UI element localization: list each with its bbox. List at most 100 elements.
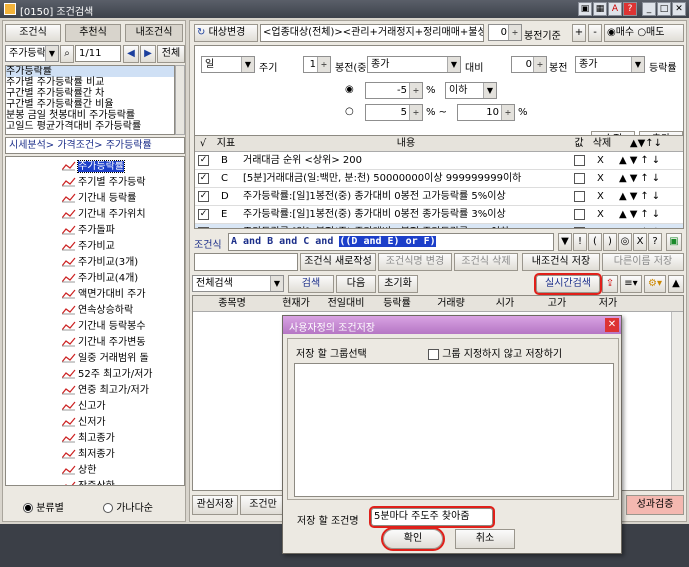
table-row[interactable]: ✓ F 주가등락률:[일]1봉전(중) 종가대비 0봉전 종가등락률 -5%이하 X ▲… [195, 224, 683, 228]
search-scope-select[interactable]: 전체검색 ▼ [192, 275, 284, 292]
tree-item[interactable]: 일중 거래범위 돌 [61, 351, 149, 367]
tree-item[interactable]: 기간내 등락률 [61, 191, 136, 207]
delete-condition-button[interactable]: 조건식 삭제 [454, 253, 518, 271]
performance-button[interactable]: 성과검증 [626, 495, 684, 515]
collapse-icon[interactable]: ▲ [668, 275, 684, 293]
results-col-header[interactable]: 시가 [479, 296, 531, 312]
row-checkbox[interactable]: ✓ [198, 155, 209, 166]
results-col-header[interactable]: 거래량 [423, 296, 479, 312]
results-col-header[interactable]: 현재가 [271, 296, 321, 312]
export-icon[interactable]: ⇪ [602, 275, 618, 293]
formula-input[interactable]: A and B and C and ((D and E) or F) [228, 233, 554, 251]
tree-item[interactable]: 기간내 등락봉수 [61, 319, 146, 335]
target-change-button[interactable]: ↻ 대상변경 [194, 24, 258, 42]
maximize-button[interactable]: □ [657, 2, 671, 16]
category-select[interactable]: 주가등락 ▼ [5, 45, 59, 62]
list-item[interactable]: 주가별 주가등락률 비교 [6, 77, 174, 88]
rate3-stepper[interactable]: 10 ÷ [457, 104, 515, 121]
buy-sell-toggle[interactable]: ◉매수 ○매도 [604, 24, 684, 42]
radio-range2[interactable]: ○ [345, 106, 354, 117]
price1-select[interactable]: 종가 ▼ [367, 56, 461, 73]
tree-item[interactable]: 기간내 주가변동 [61, 335, 146, 351]
row-checkbox[interactable]: ✓ [198, 173, 209, 184]
tree-item[interactable]: 기간내 주가위치 [61, 207, 146, 223]
row-order-icons[interactable]: ▲▼↑↓ [619, 152, 663, 170]
minus-button[interactable]: - [588, 24, 602, 42]
row-delete[interactable]: X [597, 170, 604, 188]
dialog-close-icon[interactable]: ✕ [605, 318, 619, 332]
bong1-stepper[interactable]: 1 ÷ [303, 56, 331, 73]
group-list[interactable] [294, 363, 614, 497]
table-row[interactable]: ✓ D 주가등락률:[일]1봉전(중) 종가대비 0봉전 고가등락률 5%이상 X ▲▼… [195, 188, 683, 206]
row-delete[interactable]: X [597, 206, 604, 224]
save-my-condition-button[interactable]: 내조건식 저장 [522, 253, 600, 271]
table-row[interactable]: ✓ C [5분]거래대금(일:백만, 분:천) 50000000이상 9999999… [195, 170, 683, 188]
tree-item[interactable]: 주가돌파 [61, 223, 115, 239]
formula-op-button[interactable]: X [633, 233, 647, 251]
row-value-checkbox[interactable] [574, 209, 585, 220]
row-value-checkbox[interactable] [574, 155, 585, 166]
row-value-checkbox[interactable] [574, 173, 585, 184]
results-col-header[interactable]: 등락률 [371, 296, 423, 312]
settings-icon[interactable]: ⚙▾ [644, 275, 666, 293]
rename-button[interactable]: 조건식명 변경 [378, 253, 452, 271]
tree-item[interactable]: 액면가대비 주가 [61, 287, 146, 303]
price2-select[interactable]: 종가 ▼ [575, 56, 645, 73]
tree-item[interactable]: 연중 최고가/저가 [61, 383, 149, 399]
reset-button[interactable]: 초기화 [378, 275, 418, 293]
list-scrollbar[interactable] [175, 65, 185, 135]
formula-op-button[interactable]: ◎ [618, 233, 632, 251]
row-checkbox[interactable]: ✓ [198, 227, 209, 228]
tree-item[interactable]: 신고가 [61, 399, 106, 415]
below-select[interactable]: 이하 ▼ [445, 82, 497, 99]
tree-item[interactable]: 최고종가 [61, 431, 115, 447]
rate1-stepper[interactable]: -5 ÷ [365, 82, 423, 99]
all-button[interactable]: 전체 [157, 45, 185, 63]
cancel-button[interactable]: 취소 [455, 529, 515, 549]
radio-by-category[interactable]: ● 분류별 [23, 499, 64, 514]
row-checkbox[interactable]: ✓ [198, 209, 209, 220]
tree-item[interactable]: 장중상한 [62, 479, 115, 485]
tree-item[interactable]: 52주 최고가/저가 [61, 367, 152, 383]
row-value-checkbox[interactable] [574, 227, 585, 228]
table-row[interactable]: ✓ E 주가등락률:[일]1봉전(중) 종가대비 0봉전 종가등락률 3%이상 X ▲▼… [195, 206, 683, 224]
tree-item[interactable]: 주가등락률 [61, 159, 125, 175]
condition-only-button[interactable]: 조건만 [240, 495, 286, 515]
minimize-button[interactable]: _ [642, 2, 656, 16]
tree-item[interactable]: 상한 [61, 463, 96, 479]
plus-button[interactable]: + [572, 24, 586, 42]
font-icon[interactable]: A [608, 2, 622, 16]
row-checkbox[interactable]: ✓ [198, 191, 209, 202]
tree-item[interactable]: 주기별 주가등락 [61, 175, 146, 191]
next-button[interactable]: 다음 [336, 275, 376, 293]
tab-my-conditions[interactable]: 내조건식 [125, 24, 183, 42]
list-item[interactable]: 구간별 주가등락률간 비율 [6, 99, 174, 110]
row-order-icons[interactable]: ▲▼↑↓ [619, 170, 663, 188]
tree-item[interactable]: 신저가 [61, 415, 106, 431]
list-item[interactable]: 분봉 금일 첫봉대비 주가등락률 [6, 110, 174, 121]
menu-icon[interactable]: ≡▾ [620, 275, 642, 293]
list-item[interactable]: 고일드 평균가격대비 주가등락률 [6, 121, 174, 132]
no-group-checkbox[interactable]: 그룹 지정하지 않고 저장하기 [428, 345, 562, 360]
formula-op-button[interactable]: ! [573, 233, 587, 251]
tree-item[interactable]: 연속상승하락 [61, 303, 133, 319]
row-order-icons[interactable]: ▲▼↑↓ [619, 206, 663, 224]
fav-save-button[interactable]: 관심저장 [192, 495, 238, 515]
results-col-header[interactable]: 저가 [583, 296, 633, 312]
tab-recommended[interactable]: 추천식 [65, 24, 121, 42]
formula-op-button[interactable]: ▼ [558, 233, 572, 251]
row-delete[interactable]: X [597, 152, 604, 170]
save-as-button[interactable]: 다른이름 저장 [602, 253, 684, 271]
formula-op-button[interactable]: ) [603, 233, 617, 251]
formula-op-button[interactable]: ? [648, 233, 662, 251]
next-page-icon[interactable]: ▶ [140, 45, 156, 63]
help-icon[interactable]: ? [623, 2, 637, 16]
search-icon[interactable]: ⌕ [60, 45, 74, 63]
base-bong-stepper[interactable]: 0 ÷ [488, 24, 522, 41]
tab-conditions[interactable]: 조건식 [5, 24, 61, 42]
ok-button[interactable]: 확인 [381, 527, 445, 551]
tree-item[interactable]: 주가비교 [61, 239, 115, 255]
radio-range1[interactable]: ◉ [345, 84, 354, 95]
layout-icon[interactable]: ▣ [578, 2, 592, 16]
tree-item[interactable]: 최저종가 [61, 447, 115, 463]
